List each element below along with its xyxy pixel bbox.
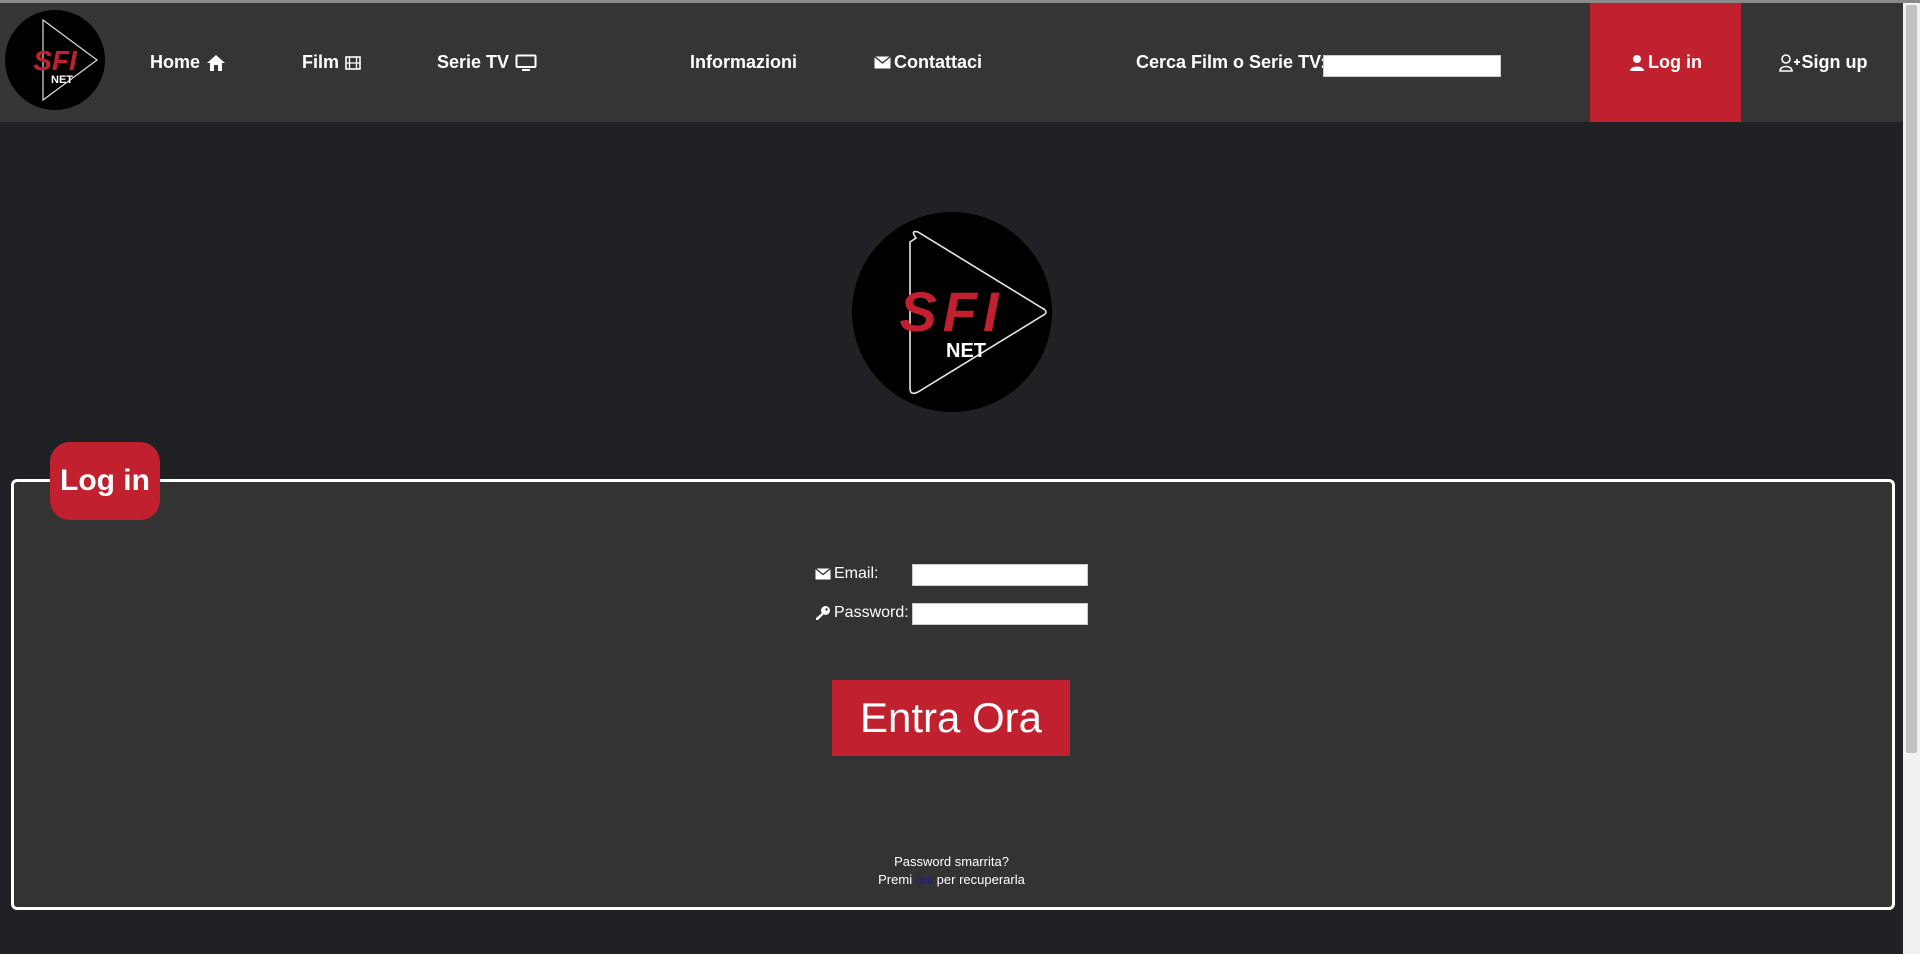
lost-password-prefix: Premi <box>878 872 916 887</box>
hero-logo-sub-text: NET <box>946 340 986 362</box>
password-label: Password: <box>815 603 909 623</box>
recover-password-link[interactable]: qui <box>916 872 933 887</box>
nav-serie-tv-label: Serie TV <box>437 52 510 72</box>
tv-icon <box>515 54 537 71</box>
scrollbar-thumb[interactable] <box>1906 5 1917 753</box>
email-field[interactable] <box>912 564 1088 586</box>
user-plus-icon <box>1778 53 1800 72</box>
envelope-icon <box>815 568 831 580</box>
film-icon <box>345 55 361 70</box>
login-tab-label: Log in <box>1648 52 1702 72</box>
logo-brand-text: SFI <box>33 45 78 76</box>
email-label: Email: <box>815 564 878 584</box>
entra-ora-button[interactable]: Entra Ora <box>832 680 1070 756</box>
nav-film-label: Film <box>302 52 340 72</box>
logo-sub-text: NET <box>51 74 73 86</box>
user-icon <box>1630 54 1644 71</box>
nav-logo[interactable]: SFI NET <box>5 10 105 110</box>
search-label: Cerca Film o Serie TV: <box>1136 52 1327 72</box>
lost-password-title: Password smarrita? <box>894 854 1009 869</box>
sfi-net-hero-logo-icon: SFI NET <box>899 230 1047 395</box>
navbar: SFI NET Home Film Serie TV Informazioni <box>0 3 1903 122</box>
nav-film[interactable]: Film <box>302 3 361 122</box>
signup-tab-label: Sign up <box>1801 52 1868 72</box>
lost-password-suffix: per recuperarla <box>933 872 1025 887</box>
nav-informazioni-label: Informazioni <box>690 52 797 72</box>
nav-serie-tv[interactable]: Serie TV <box>437 3 537 122</box>
envelope-icon <box>874 56 891 69</box>
login-tab[interactable]: Log in <box>1590 3 1741 122</box>
hero-logo-brand-text: SFI <box>899 280 1004 343</box>
nav-contattaci[interactable]: Contattaci <box>874 3 982 122</box>
key-icon <box>816 606 830 620</box>
home-icon <box>207 54 226 71</box>
nav-home[interactable]: Home <box>150 3 226 122</box>
password-field[interactable] <box>912 603 1088 625</box>
search-input[interactable] <box>1323 55 1501 77</box>
nav-informazioni[interactable]: Informazioni <box>690 3 797 122</box>
login-panel-title: Log in <box>50 442 160 520</box>
signup-tab[interactable]: Sign up <box>1762 3 1884 122</box>
password-label-text: Password: <box>834 604 909 621</box>
hero-logo: SFI NET <box>852 212 1052 412</box>
lost-password-line: Premi qui per recuperarla <box>0 872 1903 887</box>
nav-contattaci-label: Contattaci <box>894 52 983 72</box>
email-label-text: Email: <box>834 565 879 582</box>
sfi-net-logo-icon: SFI NET <box>33 18 99 102</box>
nav-home-label: Home <box>150 52 201 72</box>
